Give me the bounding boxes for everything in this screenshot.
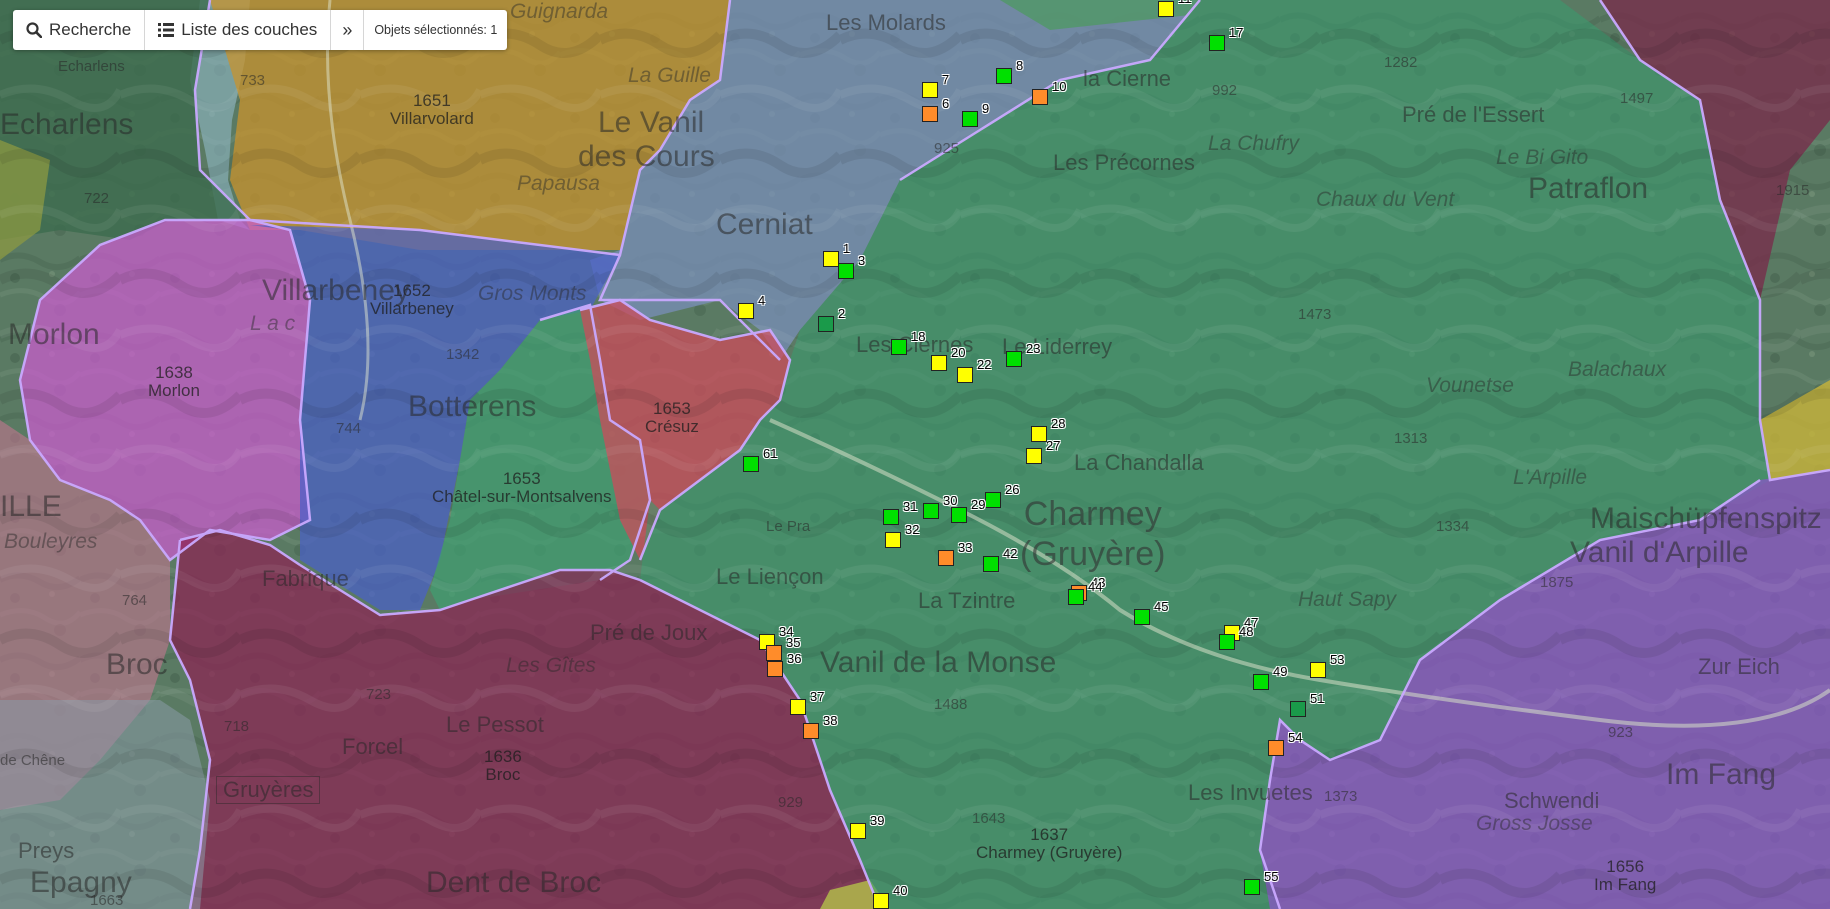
map-marker[interactable] xyxy=(767,661,783,677)
map-marker[interactable] xyxy=(922,106,938,122)
list-icon xyxy=(158,23,175,37)
map-marker[interactable] xyxy=(962,111,978,127)
map-marker[interactable] xyxy=(957,367,973,383)
map-marker[interactable] xyxy=(891,339,907,355)
selected-objects-label: Objets sélectionnés: 1 xyxy=(374,23,498,37)
map-marker[interactable] xyxy=(922,82,938,98)
map-marker[interactable] xyxy=(1219,634,1235,650)
map-marker[interactable] xyxy=(996,68,1012,84)
map-canvas[interactable]: 1651 Villarvolard 1652 Villarbeney 1638 Mor… xyxy=(0,0,1830,909)
map-marker[interactable] xyxy=(1026,448,1042,464)
map-marker[interactable] xyxy=(1134,609,1150,625)
map-marker[interactable] xyxy=(885,532,901,548)
double-chevron-right-icon: » xyxy=(342,19,353,40)
map-marker[interactable] xyxy=(1244,879,1260,895)
map-marker[interactable] xyxy=(1209,35,1225,51)
map-marker[interactable] xyxy=(1268,740,1284,756)
map-marker[interactable] xyxy=(803,723,819,739)
selected-objects-count: Objets sélectionnés: 1 xyxy=(364,10,507,50)
map-marker[interactable] xyxy=(883,509,899,525)
map-marker[interactable] xyxy=(766,645,782,661)
map-background xyxy=(0,0,1830,909)
map-marker[interactable] xyxy=(1158,1,1174,17)
expand-toolbar-button[interactable]: » xyxy=(331,10,365,50)
map-marker[interactable] xyxy=(738,303,754,319)
map-toolbar: Recherche Liste des couches » Objets sél… xyxy=(13,10,508,50)
map-marker[interactable] xyxy=(1006,351,1022,367)
map-marker[interactable] xyxy=(1068,589,1084,605)
map-marker[interactable] xyxy=(983,556,999,572)
map-marker[interactable] xyxy=(1253,674,1269,690)
map-marker[interactable] xyxy=(818,316,834,332)
layer-list-button[interactable]: Liste des couches xyxy=(145,10,332,50)
map-marker[interactable] xyxy=(1031,426,1047,442)
layer-list-button-label: Liste des couches xyxy=(181,20,318,39)
map-marker[interactable] xyxy=(938,550,954,566)
map-marker[interactable] xyxy=(985,492,1001,508)
map-marker[interactable] xyxy=(823,251,839,267)
map-marker[interactable] xyxy=(923,503,939,519)
map-marker[interactable] xyxy=(1290,701,1306,717)
map-marker[interactable] xyxy=(850,823,866,839)
map-marker[interactable] xyxy=(1032,89,1048,105)
search-button-label: Recherche xyxy=(49,20,132,39)
map-marker[interactable] xyxy=(1310,662,1326,678)
map-marker[interactable] xyxy=(951,507,967,523)
map-marker[interactable] xyxy=(743,456,759,472)
map-marker[interactable] xyxy=(931,355,947,371)
map-marker[interactable] xyxy=(838,263,854,279)
search-button[interactable]: Recherche xyxy=(13,10,146,50)
map-marker[interactable] xyxy=(873,893,889,909)
search-icon xyxy=(26,22,42,38)
map-marker[interactable] xyxy=(790,699,806,715)
